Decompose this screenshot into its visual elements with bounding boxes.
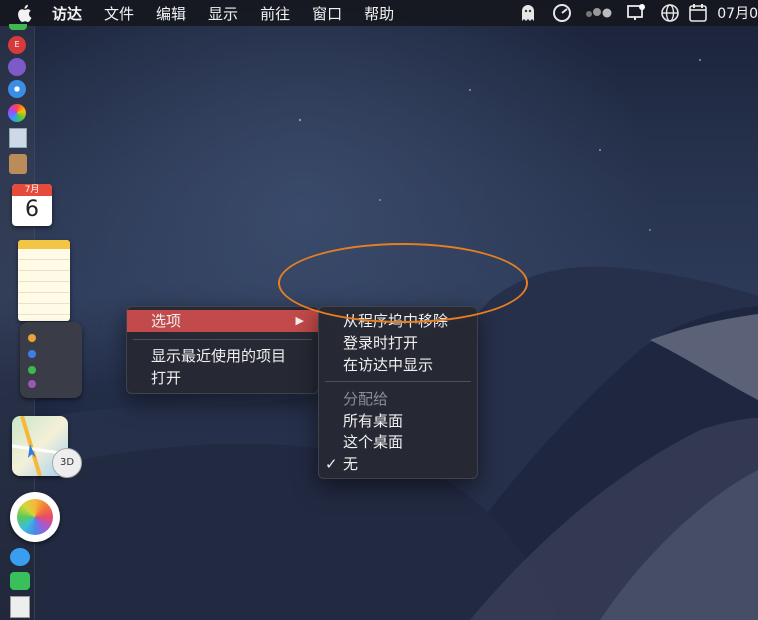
safari-icon[interactable] bbox=[8, 80, 26, 98]
dock-context-menu: 选项 ▶ 显示最近使用的项目 打开 bbox=[126, 306, 319, 394]
menu-item-show-recent[interactable]: 显示最近使用的项目 bbox=[127, 345, 318, 367]
ghost-icon[interactable] bbox=[517, 2, 539, 24]
calendar-month: 7月 bbox=[12, 184, 52, 196]
show-recent-label: 显示最近使用的项目 bbox=[151, 347, 287, 365]
this-desktop-label: 这个桌面 bbox=[343, 433, 404, 451]
notification-icon[interactable] bbox=[625, 2, 647, 24]
calendar-app-icon[interactable]: 7月 6 bbox=[12, 184, 52, 226]
menu-help[interactable]: 帮助 bbox=[364, 3, 394, 24]
menu-go[interactable]: 前往 bbox=[260, 3, 290, 24]
submenu-separator bbox=[325, 381, 471, 382]
menu-separator bbox=[133, 339, 312, 340]
textedit-app-icon[interactable] bbox=[10, 596, 30, 618]
preview-icon[interactable] bbox=[9, 128, 27, 148]
menu-item-this-desktop[interactable]: 这个桌面 bbox=[319, 431, 477, 453]
menu-item-options[interactable]: 选项 ▶ bbox=[127, 310, 318, 332]
maps-3d-badge[interactable]: 3D bbox=[52, 448, 82, 478]
menu-finder[interactable]: 访达 bbox=[52, 3, 82, 24]
app-green-icon[interactable] bbox=[9, 24, 27, 30]
facetime-app-icon[interactable] bbox=[10, 572, 30, 590]
menu-view[interactable]: 显示 bbox=[208, 3, 238, 24]
menu-item-show-in-finder[interactable]: 在访达中显示 bbox=[319, 354, 477, 376]
photos-app-icon[interactable] bbox=[10, 492, 60, 542]
assign-to-header: 分配给 bbox=[319, 388, 477, 410]
options-label: 选项 bbox=[151, 312, 182, 330]
speedometer-icon[interactable] bbox=[551, 2, 573, 24]
menu-item-none[interactable]: ✓ 无 bbox=[319, 453, 477, 475]
dock: E 7月 6 3D bbox=[0, 24, 82, 620]
reminder-dot-purple bbox=[28, 380, 36, 388]
calendar-day: 6 bbox=[25, 197, 39, 222]
status-area: 07月0 bbox=[505, 0, 758, 26]
reminder-dot-blue bbox=[28, 350, 36, 358]
assign-to-label: 分配给 bbox=[343, 390, 389, 408]
open-label: 打开 bbox=[151, 369, 182, 387]
date-text[interactable]: 07月0 bbox=[717, 3, 758, 23]
submenu-arrow-icon: ▶ bbox=[295, 314, 304, 327]
dots-icon[interactable] bbox=[585, 2, 613, 24]
menu-window[interactable]: 窗口 bbox=[312, 3, 342, 24]
open-at-login-label: 登录时打开 bbox=[343, 334, 419, 352]
notes-app-icon[interactable] bbox=[18, 240, 70, 321]
annotation-ellipse bbox=[278, 243, 528, 323]
menu-bar: 访达 文件 编辑 显示 前往 窗口 帮助 07月0 bbox=[0, 0, 758, 26]
all-desktops-label: 所有桌面 bbox=[343, 412, 404, 430]
color-wheel-icon[interactable] bbox=[8, 104, 26, 122]
menu-item-all-desktops[interactable]: 所有桌面 bbox=[319, 410, 477, 432]
menu-item-open-at-login[interactable]: 登录时打开 bbox=[319, 332, 477, 354]
apple-menu-icon[interactable] bbox=[16, 4, 40, 23]
disk-app-icon[interactable] bbox=[8, 58, 26, 76]
messages-app-icon[interactable] bbox=[10, 548, 30, 566]
menu-item-open[interactable]: 打开 bbox=[127, 367, 318, 389]
menu-file[interactable]: 文件 bbox=[104, 3, 134, 24]
globe-icon[interactable] bbox=[659, 2, 681, 24]
options-submenu: 从程序坞中移除 登录时打开 在访达中显示 分配给 所有桌面 这个桌面 ✓ 无 bbox=[318, 306, 478, 479]
calendar-icon[interactable] bbox=[687, 2, 709, 24]
reminders-app-icon[interactable] bbox=[20, 322, 82, 398]
reminder-dot-green bbox=[28, 366, 36, 374]
reminder-red-icon[interactable]: E bbox=[8, 36, 26, 54]
none-label: 无 bbox=[343, 455, 359, 473]
checkmark-icon: ✓ bbox=[325, 455, 338, 473]
show-in-finder-label: 在访达中显示 bbox=[343, 356, 434, 374]
contacts-icon[interactable] bbox=[9, 154, 27, 174]
menu-edit[interactable]: 编辑 bbox=[156, 3, 186, 24]
photos-flower-icon bbox=[17, 499, 53, 535]
reminder-dot-orange bbox=[28, 334, 36, 342]
